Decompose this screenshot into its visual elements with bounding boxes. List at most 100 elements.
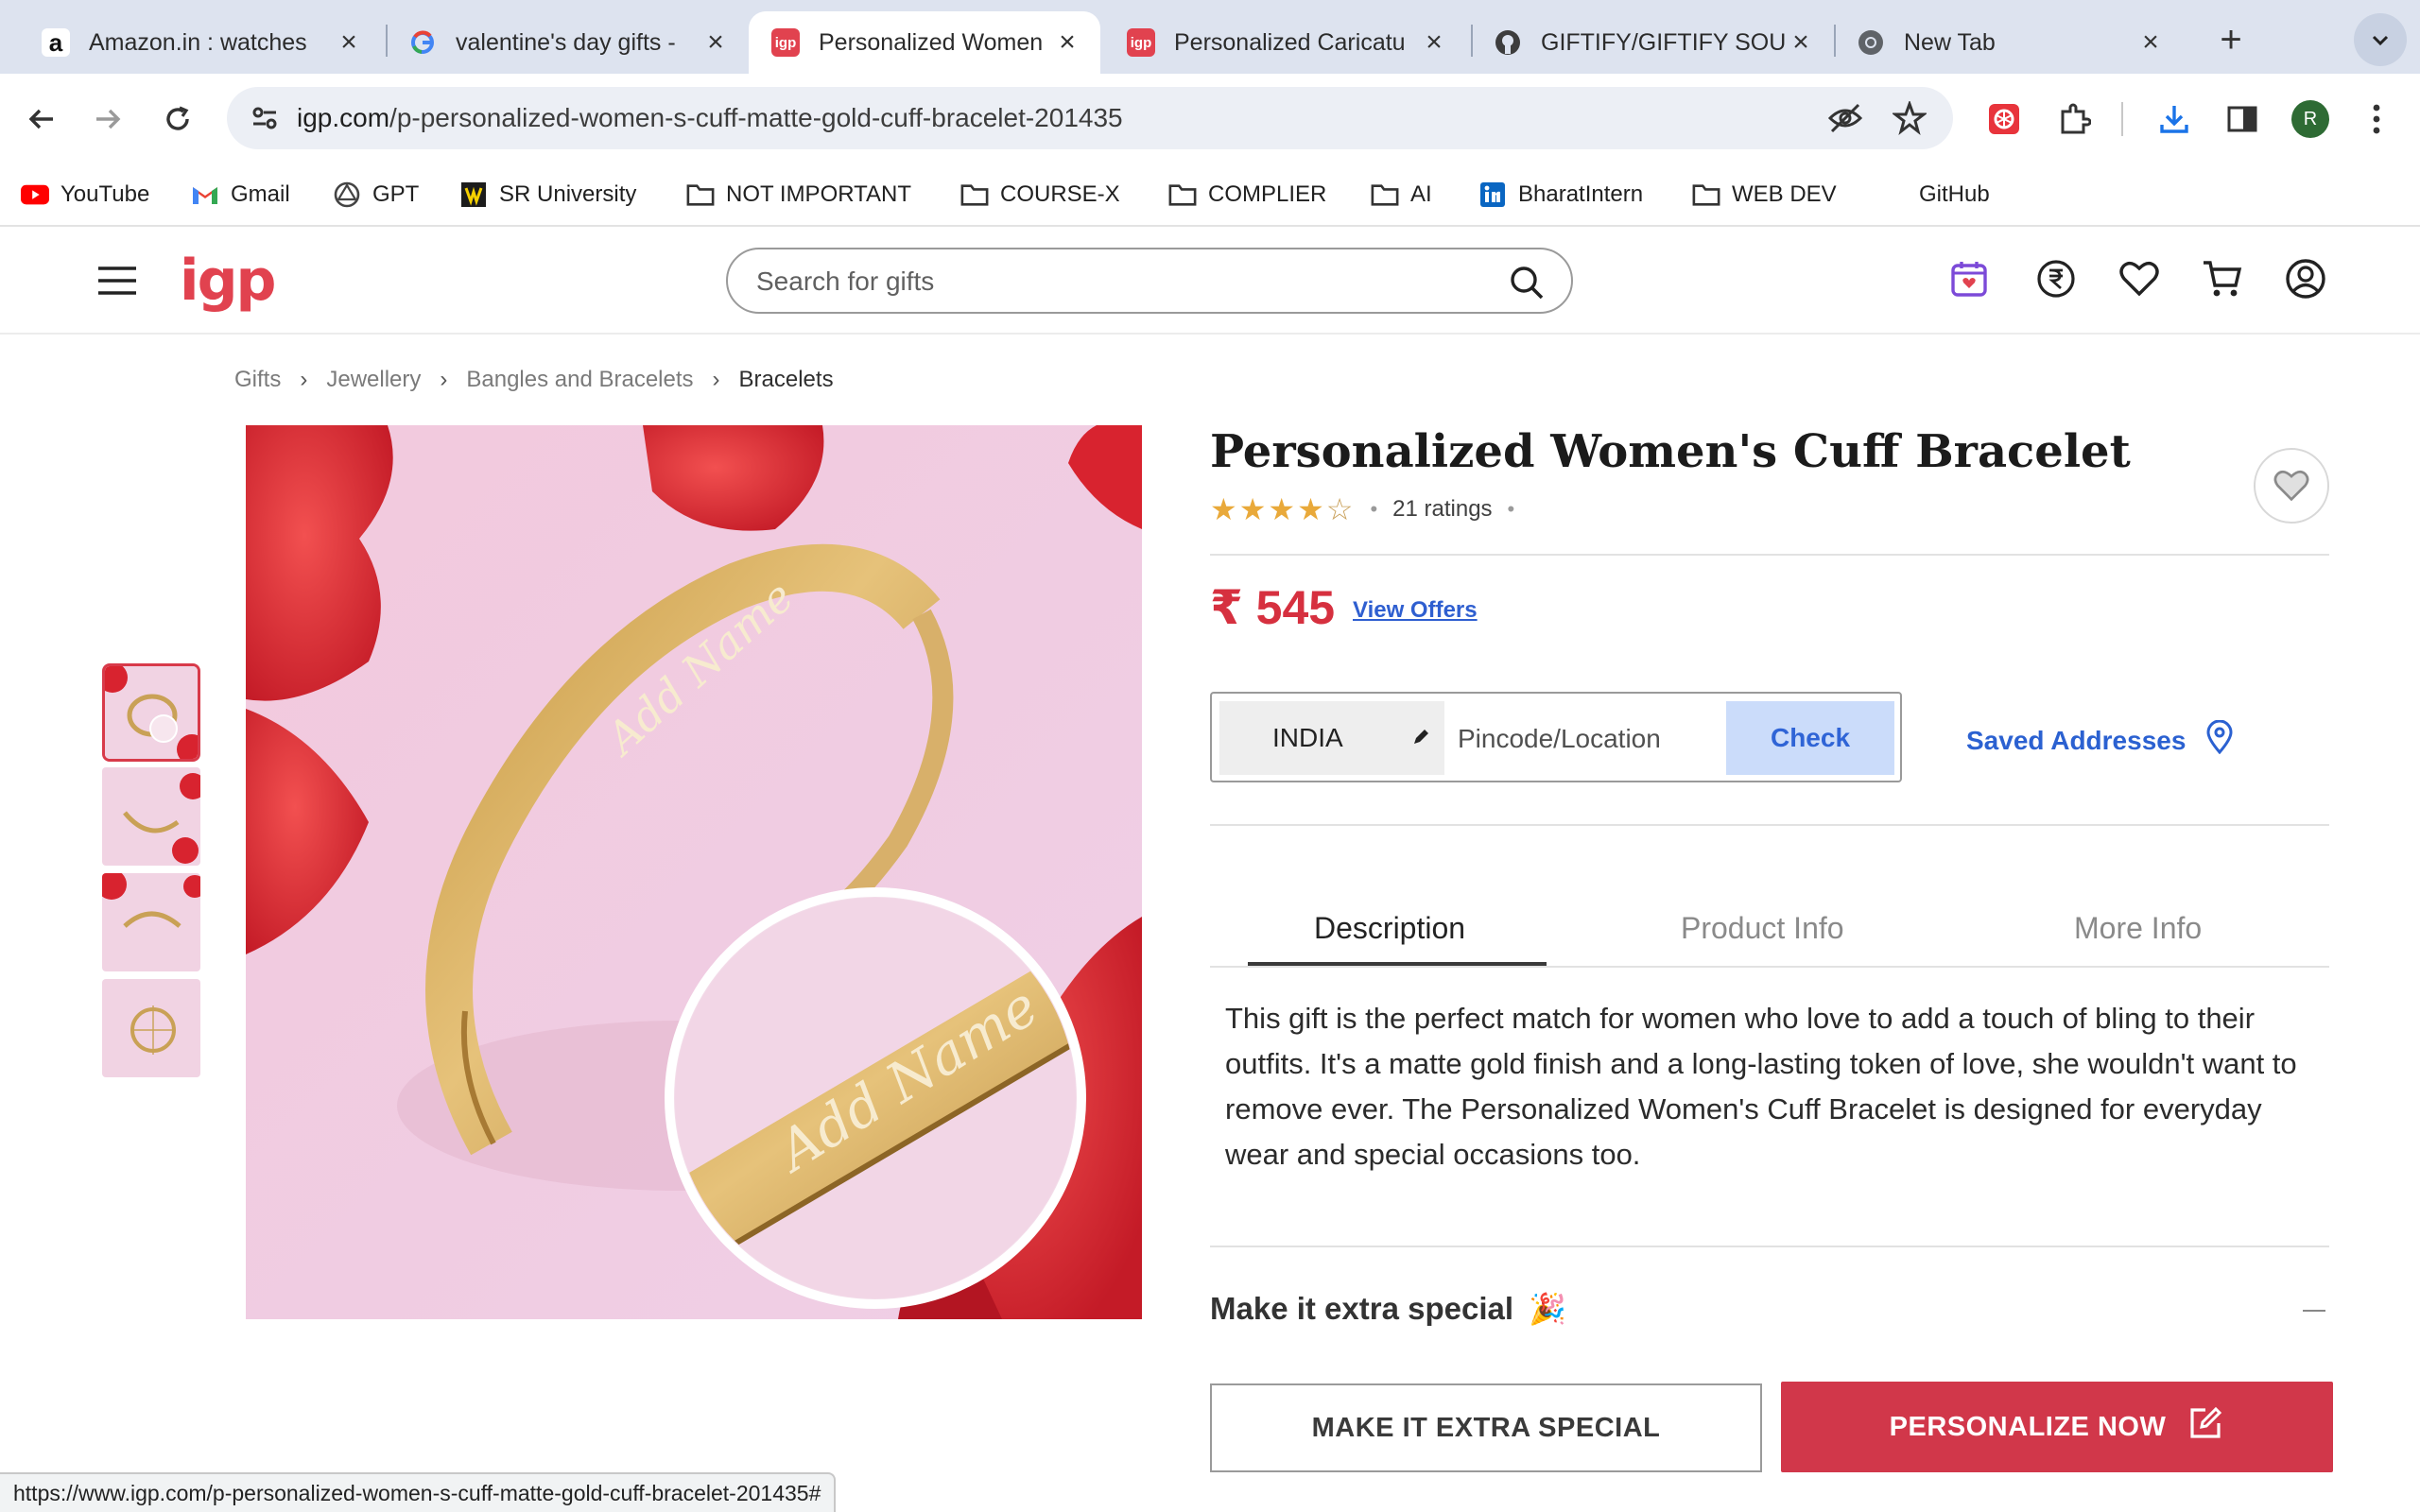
thumbnail-1-selected[interactable] [102, 663, 200, 762]
thumbnail-4[interactable] [102, 979, 200, 1077]
add-to-wishlist-button[interactable] [2254, 448, 2329, 524]
openai-icon [333, 180, 361, 209]
tab-more-info[interactable]: More Info [2074, 911, 2202, 946]
close-icon[interactable]: × [1787, 26, 1815, 59]
delivery-location-box: INDIA Check [1210, 692, 1902, 782]
bookmark-complier[interactable]: COMPLIER [1168, 179, 1326, 211]
close-icon[interactable]: × [1053, 26, 1081, 59]
collapse-minus-icon[interactable] [2303, 1310, 2325, 1312]
bookmark-label: COMPLIER [1208, 181, 1327, 207]
bookmark-label: COURSE-X [1000, 181, 1120, 207]
currency-rupee-icon[interactable] [2032, 255, 2080, 302]
cart-icon[interactable] [2199, 255, 2246, 302]
side-panel-icon[interactable] [2221, 98, 2263, 140]
tab-new-tab[interactable]: New Tab × [1834, 11, 2184, 74]
tab-description[interactable]: Description [1314, 911, 1465, 946]
tab-title: valentine's day gifts - [456, 28, 676, 56]
saved-addresses-link[interactable]: Saved Addresses [1966, 719, 2233, 761]
tab-title: New Tab [1904, 28, 1996, 56]
bookmark-gmail[interactable]: Gmail [191, 179, 290, 211]
back-arrow-icon[interactable] [21, 98, 62, 140]
account-user-icon[interactable] [2282, 255, 2329, 302]
breadcrumb-jewellery[interactable]: Jewellery [326, 367, 421, 393]
bookmark-label: WEB DEV [1732, 181, 1837, 207]
igp-favicon: igp [771, 28, 800, 57]
bookmark-course-x[interactable]: COURSE-X [960, 179, 1120, 211]
country-selector[interactable]: INDIA [1219, 701, 1444, 775]
extensions-puzzle-icon[interactable] [2053, 98, 2095, 140]
google-favicon [408, 28, 437, 57]
site-info-icon[interactable] [250, 103, 280, 138]
bookmark-label: GitHub [1919, 181, 1990, 207]
bookmark-web-dev[interactable]: WEB DEV [1692, 179, 1837, 211]
product-main-image[interactable]: Add Name Add Name [246, 425, 1142, 1319]
new-tab-plus-icon[interactable]: + [2208, 17, 2254, 62]
ratings-count[interactable]: 21 ratings [1392, 496, 1492, 523]
url-text: igp.com/p-personalized-women-s-cuff-matt… [297, 103, 1123, 132]
tab-title: Personalized Women [819, 28, 1044, 56]
link-status-bar: https://www.igp.com/p-personalized-women… [0, 1472, 837, 1512]
bookmark-not-important[interactable]: NOT IMPORTANT [686, 179, 911, 211]
breadcrumb-bangles-bracelets[interactable]: Bangles and Bracelets [466, 367, 693, 393]
search-icon[interactable] [1509, 265, 1545, 305]
eye-slash-icon[interactable] [1824, 97, 1866, 139]
reload-icon[interactable] [157, 98, 199, 140]
close-icon[interactable]: × [2136, 26, 2165, 59]
country-name: INDIA [1272, 723, 1343, 752]
check-pincode-button[interactable]: Check [1726, 701, 1894, 775]
folder-icon [960, 180, 989, 209]
active-tab-indicator [1248, 962, 1547, 966]
linkedin-icon [1478, 180, 1507, 209]
igp-logo[interactable]: igp [180, 248, 276, 314]
thumbnail-2[interactable] [102, 767, 200, 866]
bookmark-bharatintern[interactable]: BharatIntern [1478, 179, 1643, 211]
breadcrumb: Gifts › Jewellery › Bangles and Bracelet… [234, 367, 834, 393]
bookmark-label: YouTube [60, 181, 150, 207]
calendar-reminder-icon[interactable] [1945, 255, 1993, 302]
tab-google-search[interactable]: valentine's day gifts - × [386, 11, 749, 74]
close-icon[interactable]: × [1420, 26, 1448, 59]
search-bar[interactable] [726, 248, 1573, 314]
bookmark-label: Gmail [231, 181, 290, 207]
bookmark-ai[interactable]: AI [1371, 179, 1432, 211]
tab-personalized-caricature[interactable]: igp Personalized Caricatu × [1104, 11, 1467, 74]
divider [1210, 554, 2329, 556]
hamburger-menu-icon[interactable] [96, 265, 138, 301]
star-rating: ★★★★☆ [1210, 491, 1356, 527]
extension-red-icon[interactable] [1983, 98, 2025, 140]
forward-arrow-icon[interactable] [87, 98, 129, 140]
tab-search-chevron-icon[interactable] [2354, 13, 2407, 66]
pincode-input[interactable] [1458, 713, 1722, 765]
bookmark-star-icon[interactable] [1889, 97, 1930, 139]
view-offers-link[interactable]: View Offers [1353, 597, 1478, 624]
product-details-tabs: Description Product Info More Info [1210, 898, 2329, 968]
edit-pencil-icon[interactable] [1410, 724, 1431, 754]
make-it-extra-special-button[interactable]: MAKE IT EXTRA SPECIAL [1210, 1383, 1762, 1472]
close-icon[interactable]: × [335, 26, 363, 59]
personalize-now-button[interactable]: PERSONALIZE NOW [1781, 1382, 2333, 1472]
bookmark-gpt[interactable]: GPT [333, 179, 419, 211]
search-input[interactable] [756, 265, 1475, 299]
profile-avatar[interactable]: R [2290, 98, 2331, 140]
breadcrumb-gifts[interactable]: Gifts [234, 367, 281, 393]
tab-github-giftify[interactable]: GIFTIFY/GIFTIFY SOU × [1471, 11, 1834, 74]
tab-amazon[interactable]: a Amazon.in : watches × [19, 11, 382, 74]
address-bar[interactable]: igp.com/p-personalized-women-s-cuff-matt… [227, 87, 1953, 149]
edit-square-icon [2187, 1404, 2224, 1450]
tab-personalized-women-active[interactable]: igp Personalized Women × [749, 11, 1100, 74]
bookmark-github[interactable]: GitHub [1919, 179, 1990, 211]
tab-product-info[interactable]: Product Info [1681, 911, 1844, 946]
wishlist-heart-icon[interactable] [2116, 255, 2163, 302]
download-icon[interactable] [2153, 98, 2195, 140]
tab-title: GIFTIFY/GIFTIFY SOU [1541, 28, 1787, 56]
bookmark-sr-university[interactable]: SR University [459, 179, 636, 211]
saved-addresses-label: Saved Addresses [1966, 725, 2187, 755]
sr-university-icon [459, 180, 488, 209]
make-it-extra-special-heading[interactable]: Make it extra special 🎉 [1210, 1291, 1566, 1327]
thumbnail-3[interactable] [102, 873, 200, 971]
close-icon[interactable]: × [701, 26, 730, 59]
bookmark-youtube[interactable]: YouTube [21, 179, 149, 211]
browser-menu-kebab-icon[interactable] [2356, 98, 2397, 140]
divider [1210, 1246, 2329, 1247]
igp-favicon: igp [1127, 28, 1155, 57]
